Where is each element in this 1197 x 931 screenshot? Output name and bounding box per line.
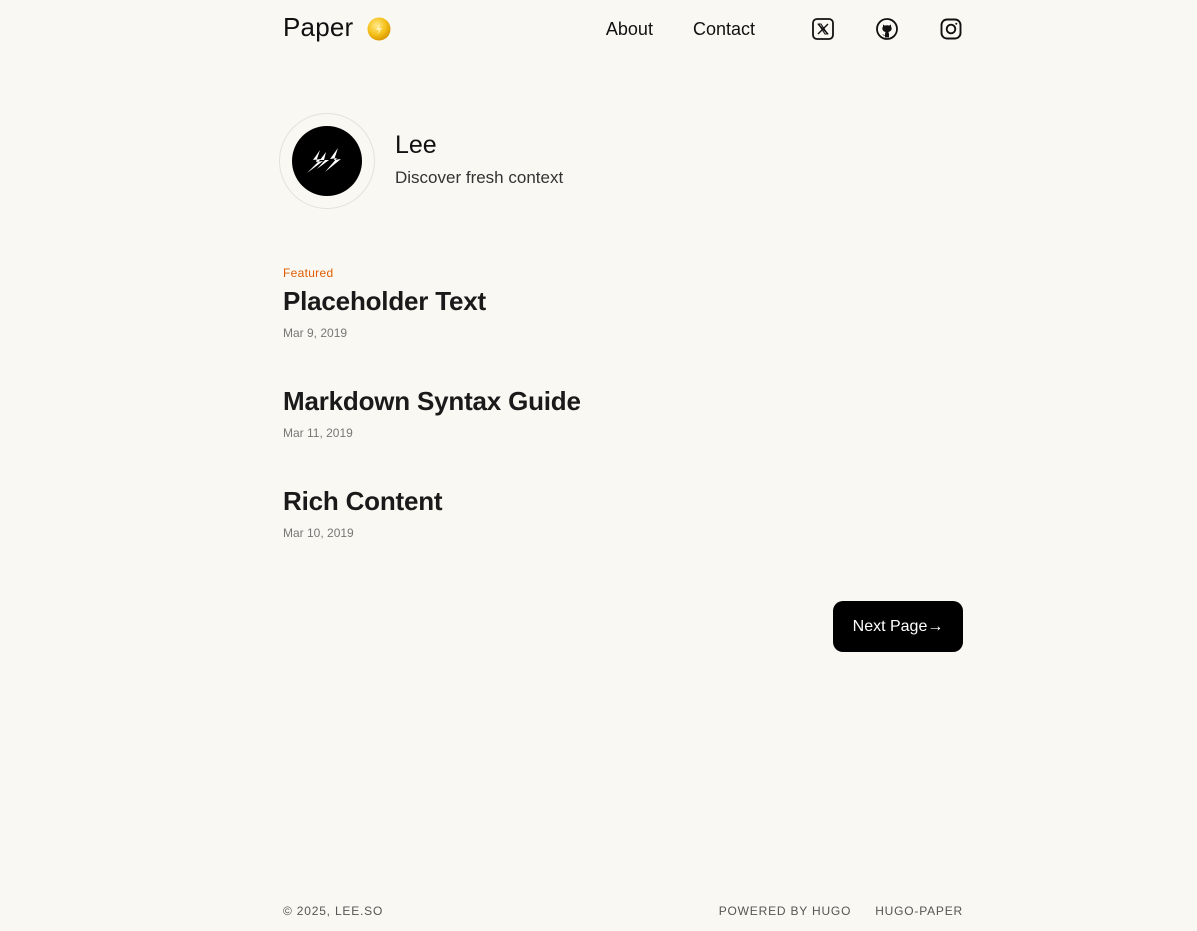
hugo-paper-link[interactable]: HUGO-PAPER [875,904,963,918]
theme-toggle-sun-icon[interactable] [367,17,391,41]
profile-section: Lee Discover fresh context [279,113,563,209]
site-title: Paper [283,12,354,42]
profile-name: Lee [395,130,437,159]
main-nav: About Contact [606,0,963,58]
site-header: Paper About Contact [283,0,963,58]
post-date: Mar 9, 2019 [283,326,348,340]
featured-label: Featured [283,266,334,280]
post-date: Mar 10, 2019 [283,526,354,540]
nav-about-link[interactable]: About [606,19,653,40]
x-twitter-icon[interactable] [811,17,835,41]
footer-copyright: © 2025, LEE.SO [283,904,384,918]
github-icon[interactable] [875,17,899,41]
post-title-link[interactable]: Rich Content [283,486,443,517]
social-links [811,17,963,41]
next-page-button[interactable]: Next Page→ [833,601,963,652]
post-date: Mar 11, 2019 [283,426,353,440]
profile-bio: Discover fresh context [395,167,564,187]
site-logo-link[interactable]: Paper [283,12,391,43]
instagram-icon[interactable] [939,17,963,41]
footer-links: POWERED BY HUGO HUGO-PAPER [695,904,963,918]
profile-info: Lee Discover fresh context [395,131,563,188]
post-item: Rich Content Mar 10, 2019 [283,464,963,564]
post-list: Featured Placeholder Text Mar 9, 2019 Ma… [283,264,963,564]
nav-contact-link[interactable]: Contact [693,19,755,40]
powered-by-hugo-link[interactable]: POWERED BY HUGO [719,904,851,918]
post-title-link[interactable]: Placeholder Text [283,286,486,317]
post-item: Featured Placeholder Text Mar 9, 2019 [283,264,963,364]
lightning-logo-icon [292,126,362,196]
post-item: Markdown Syntax Guide Mar 11, 2019 [283,364,963,464]
avatar [279,113,375,209]
site-footer: © 2025, LEE.SO POWERED BY HUGO HUGO-PAPE… [283,904,963,922]
post-title-link[interactable]: Markdown Syntax Guide [283,386,581,417]
